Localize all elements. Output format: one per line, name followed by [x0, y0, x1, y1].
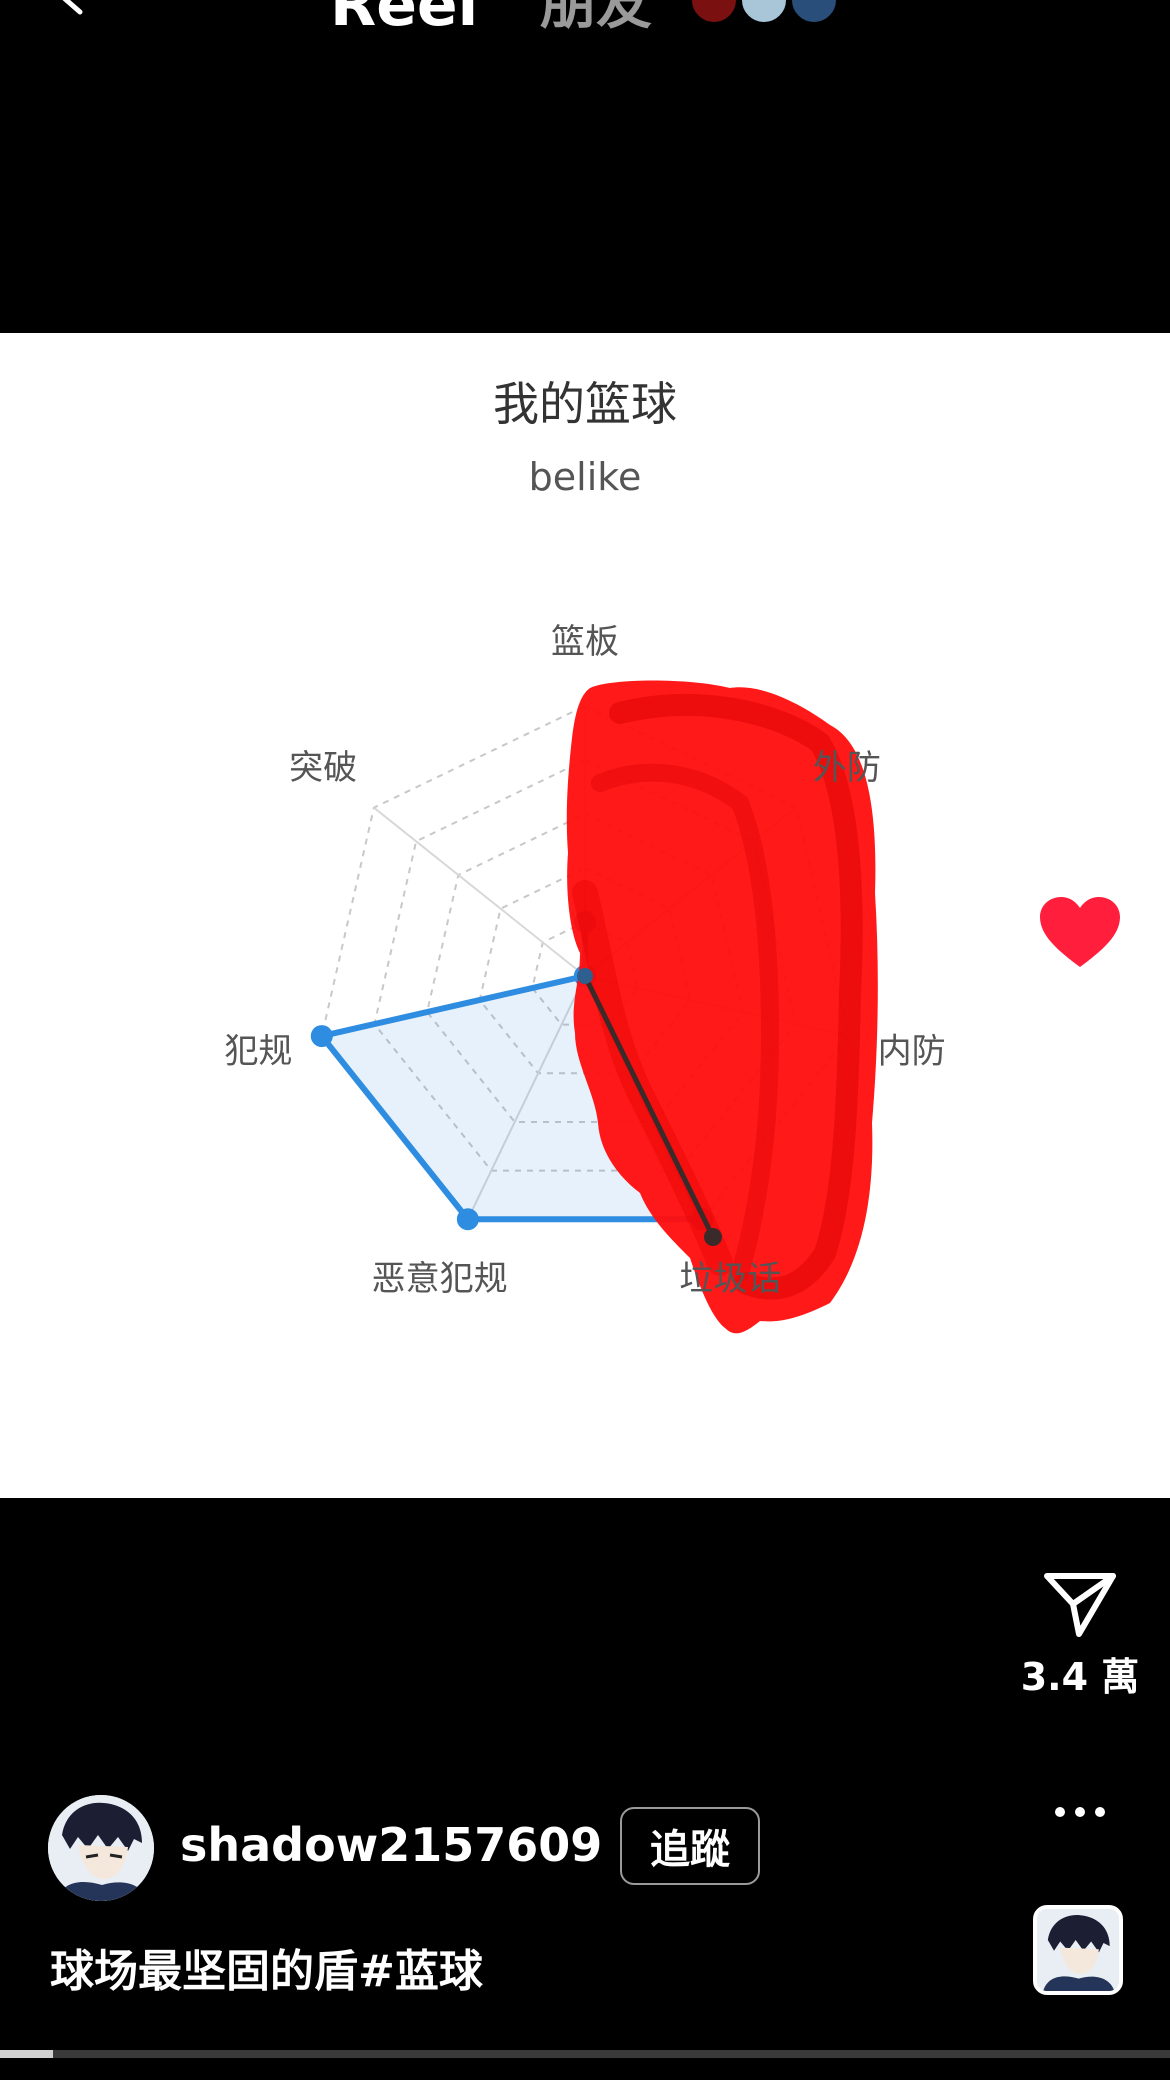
- radar-axis-label: 篮板: [551, 622, 619, 662]
- radar-axis-label: 犯规: [224, 1032, 292, 1072]
- post-caption[interactable]: 球场最坚固的盾#蓝球: [50, 1935, 483, 1999]
- top-bar: Reel 朋友: [0, 0, 1170, 40]
- more-options-icon[interactable]: [1050, 1800, 1110, 1824]
- repost-icon[interactable]: [1040, 1330, 1120, 1420]
- tab-reel[interactable]: Reel: [330, 0, 478, 40]
- friend-avatars[interactable]: [690, 0, 840, 24]
- send-icon[interactable]: [1041, 1570, 1119, 1640]
- repost-count: 3,407: [1019, 1426, 1141, 1470]
- user-avatar[interactable]: [48, 1795, 154, 1901]
- radar-chart: 篮板外防内防垃圾话 恶意犯规 犯规 突破: [224, 622, 946, 1334]
- friend-avatar: [690, 0, 738, 24]
- radar-series-point: [456, 1208, 479, 1231]
- friend-avatar: [740, 0, 788, 24]
- radar-axis-label: 恶意犯规: [372, 1259, 508, 1299]
- radar-axis-label: 垃圾话: [679, 1259, 781, 1299]
- comment-bubble-icon[interactable]: [1040, 1112, 1120, 1192]
- heart-icon[interactable]: [1037, 895, 1123, 971]
- share-action[interactable]: 3.4 萬: [1010, 1570, 1150, 1701]
- friend-avatar: [790, 0, 838, 24]
- username[interactable]: shadow2157609: [180, 1818, 602, 1872]
- tab-friends[interactable]: 朋友: [540, 0, 652, 40]
- repost-action[interactable]: 3,407: [1010, 1330, 1150, 1470]
- comment-action[interactable]: 376: [1010, 1112, 1150, 1242]
- radar-series-point: [310, 1025, 333, 1048]
- video-frame[interactable]: 我的篮球 belike 篮板 外防 内防 垃圾话 恶意犯规 犯规 突破: [0, 333, 1170, 1498]
- follow-button[interactable]: 追蹤: [620, 1807, 760, 1885]
- series-point: [577, 968, 593, 984]
- like-action[interactable]: 4.9 萬: [1010, 895, 1150, 1032]
- share-count: 3.4 萬: [1020, 1655, 1140, 1699]
- comment-count: 376: [1040, 1198, 1120, 1242]
- like-count: 4.9 萬: [1020, 986, 1140, 1030]
- series-point: [704, 1228, 722, 1246]
- playback-progress-bar[interactable]: [0, 2050, 1170, 2058]
- radar-axis-label: 外防: [813, 748, 881, 788]
- back-arrow-icon[interactable]: [52, 0, 92, 18]
- radar-axis-label: 突破: [289, 748, 357, 788]
- audio-thumbnail[interactable]: [1033, 1905, 1123, 1995]
- radar-axis-label: 内防: [878, 1032, 946, 1072]
- playback-progress-fill: [0, 2050, 53, 2058]
